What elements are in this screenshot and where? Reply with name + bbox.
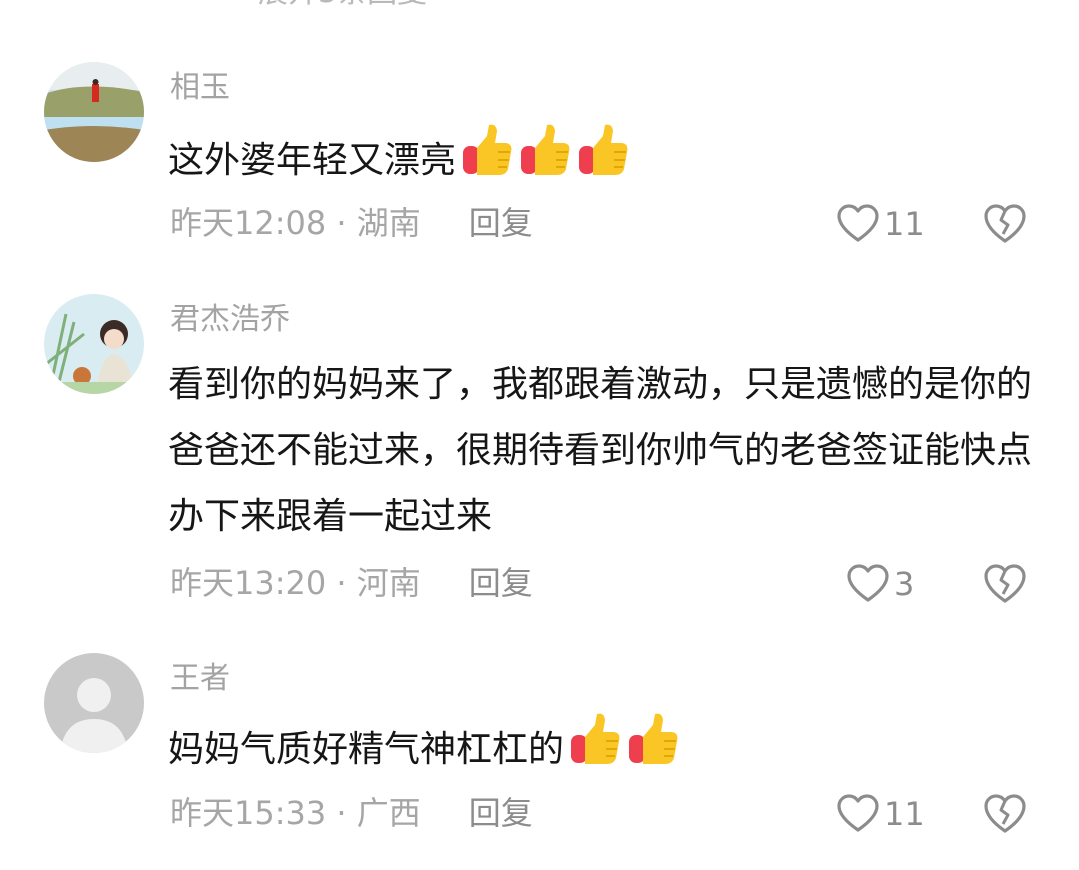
broken-heart-icon [983,793,1027,835]
reply-button[interactable]: 回复 [469,564,533,602]
comment-text-body: 这外婆年轻又漂亮 [168,140,457,181]
expand-replies-partial[interactable]: 展开3条回复 [258,0,427,8]
comment-text-body: 看到你的妈妈来了，我都跟着激动，只是遗憾的是你的爸爸还不能过来，很期待看到你帅气… [168,364,1033,537]
reply-button[interactable]: 回复 [469,204,533,242]
broken-heart-icon [983,203,1027,245]
username[interactable]: 王者 [170,661,230,697]
comment-meta: 昨天15:33 · 广西 回复 [170,793,533,833]
dislike-button[interactable] [983,203,1027,245]
comment-text: 这外婆年轻又漂亮 [168,122,1048,194]
comment-text-body: 妈妈气质好精气神杠杠的 [168,729,565,770]
comment-text: 妈妈气质好精气神杠杠的 [168,711,1048,783]
time-location: 昨天15:33 · 广西 [170,794,421,832]
thumbs-up-icon [460,122,514,178]
reply-button[interactable]: 回复 [469,794,533,832]
like-button[interactable]: 11 [836,791,946,837]
thumbs-up-icon [518,122,572,178]
thumbs-up-icon [576,122,630,178]
heart-icon [846,564,890,604]
dislike-button[interactable] [983,563,1027,605]
username[interactable]: 君杰浩乔 [170,302,290,338]
like-count: 11 [884,795,925,833]
avatar[interactable] [44,294,144,394]
heart-icon [836,204,880,244]
comment-meta: 昨天13:20 · 河南 回复 [170,563,533,603]
time-location: 昨天13:20 · 河南 [170,564,421,602]
dislike-button[interactable] [983,793,1027,835]
like-count: 11 [884,205,925,243]
avatar[interactable] [44,62,144,162]
time-location: 昨天12:08 · 湖南 [170,204,421,242]
username[interactable]: 相玉 [170,70,230,106]
like-button[interactable]: 11 [836,201,946,247]
comment-text: 看到你的妈妈来了，我都跟着激动，只是遗憾的是你的爸爸还不能过来，很期待看到你帅气… [168,352,1038,550]
avatar[interactable] [44,653,144,753]
like-count: 3 [894,565,915,603]
thumbs-up-icon [626,711,680,767]
heart-icon [836,794,880,834]
comment-meta: 昨天12:08 · 湖南 回复 [170,203,533,243]
like-button[interactable]: 3 [846,561,956,607]
broken-heart-icon [983,563,1027,605]
thumbs-up-icon [568,711,622,767]
